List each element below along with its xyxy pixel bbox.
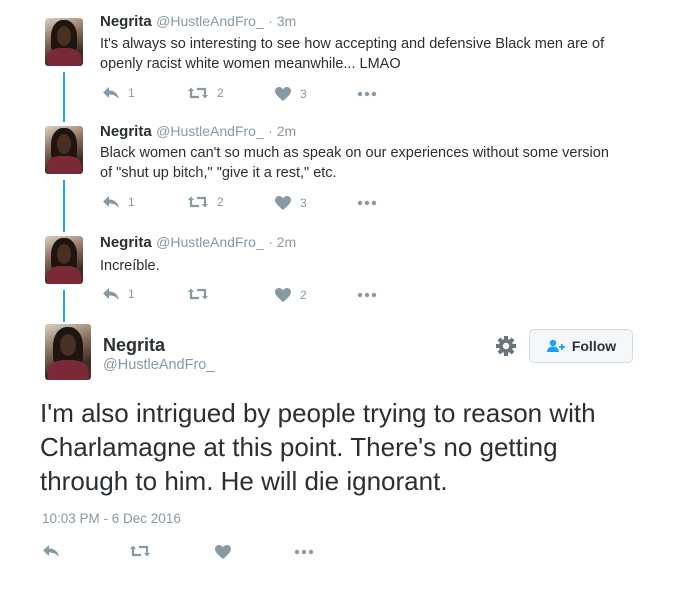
tweet-actions: 1 2 3 bbox=[102, 86, 402, 104]
more-button[interactable] bbox=[357, 292, 377, 298]
reply-icon bbox=[103, 288, 119, 300]
tweet-time[interactable]: · 3m bbox=[268, 13, 296, 29]
retweet-icon bbox=[188, 196, 208, 208]
tweet-author-handle[interactable]: @HustleAndFro_ bbox=[156, 123, 264, 139]
like-count: 3 bbox=[300, 87, 307, 101]
like-button[interactable]: 2 bbox=[274, 287, 307, 303]
like-count: 2 bbox=[300, 288, 307, 302]
tweet-header: Negrita @HustleAndFro_ · 2m bbox=[100, 123, 296, 141]
tweet-actions: 1 2 bbox=[102, 287, 402, 305]
reply-icon bbox=[43, 545, 59, 557]
tweet-header: Negrita @HustleAndFro_ · 2m bbox=[100, 234, 296, 252]
more-button[interactable] bbox=[357, 200, 377, 206]
tweet-time[interactable]: · 2m bbox=[268, 234, 296, 250]
like-button[interactable] bbox=[214, 544, 232, 560]
tweet-author-name[interactable]: Negrita bbox=[100, 234, 152, 251]
gear-icon bbox=[496, 336, 516, 356]
more-button[interactable] bbox=[357, 91, 377, 97]
reply-button[interactable] bbox=[42, 544, 60, 558]
thread-line bbox=[63, 290, 65, 322]
main-tweet-text-line: through to him. He will die ignorant. bbox=[40, 466, 448, 496]
tweet-text-line: openly racist white women meanwhile... L… bbox=[100, 56, 401, 72]
follow-label: Follow bbox=[571, 338, 617, 354]
main-tweet-actions bbox=[42, 544, 342, 562]
tweet-text-line: Increíble. bbox=[100, 258, 160, 274]
retweet-icon bbox=[188, 288, 208, 300]
reply-count: 1 bbox=[128, 86, 135, 100]
like-button[interactable]: 3 bbox=[274, 195, 307, 211]
main-timestamp[interactable]: 10:03 PM - 6 Dec 2016 bbox=[42, 511, 181, 526]
thread-line bbox=[63, 180, 65, 232]
more-icon bbox=[357, 200, 377, 206]
heart-icon bbox=[215, 545, 231, 559]
heart-icon bbox=[275, 196, 291, 210]
more-icon bbox=[294, 549, 314, 555]
reply-icon bbox=[103, 196, 119, 208]
more-icon bbox=[357, 91, 377, 97]
tweet-author-name[interactable]: Negrita bbox=[100, 123, 152, 140]
tweet-text: It's always so interesting to see how ac… bbox=[100, 34, 660, 74]
tweet-author-handle[interactable]: @HustleAndFro_ bbox=[156, 13, 264, 29]
main-tweet-text: I'm also intrigued by people trying to r… bbox=[40, 396, 660, 498]
reply-button[interactable]: 1 bbox=[102, 86, 135, 100]
follow-person-icon bbox=[546, 339, 565, 352]
avatar[interactable] bbox=[45, 236, 83, 284]
avatar[interactable] bbox=[45, 324, 91, 380]
tweet-time[interactable]: · 2m bbox=[268, 123, 296, 139]
reply-icon bbox=[103, 87, 119, 99]
retweet-button[interactable] bbox=[129, 544, 151, 558]
tweet-text-line: It's always so interesting to see how ac… bbox=[100, 36, 605, 52]
retweet-count: 2 bbox=[217, 86, 224, 100]
like-button[interactable]: 3 bbox=[274, 86, 307, 102]
thread-line bbox=[63, 72, 65, 122]
reply-count: 1 bbox=[128, 195, 135, 209]
settings-button[interactable] bbox=[495, 335, 517, 357]
tweet-text: Black women can't so much as speak on ou… bbox=[100, 143, 660, 183]
tweet-text-line: of "shut up bitch," "give it a rest," et… bbox=[100, 165, 337, 181]
tweet-text: Increíble. bbox=[100, 256, 660, 276]
avatar[interactable] bbox=[45, 18, 83, 66]
retweet-count: 2 bbox=[217, 195, 224, 209]
reply-button[interactable]: 1 bbox=[102, 287, 135, 301]
main-tweet-text-line: I'm also intrigued by people trying to r… bbox=[40, 398, 596, 428]
retweet-icon bbox=[130, 545, 150, 557]
main-author-handle[interactable]: @HustleAndFro_ bbox=[103, 357, 214, 373]
main-author-name[interactable]: Negrita bbox=[103, 335, 165, 356]
tweet-author-name[interactable]: Negrita bbox=[100, 13, 152, 30]
retweet-button[interactable] bbox=[187, 287, 217, 301]
heart-icon bbox=[275, 288, 291, 302]
like-count: 3 bbox=[300, 196, 307, 210]
more-icon bbox=[357, 292, 377, 298]
retweet-button[interactable]: 2 bbox=[187, 86, 224, 100]
follow-button[interactable]: Follow bbox=[529, 329, 633, 363]
main-tweet-text-line: Charlamagne at this point. There's no ge… bbox=[40, 432, 558, 462]
tweet-author-handle[interactable]: @HustleAndFro_ bbox=[156, 234, 264, 250]
tweet-actions: 1 2 3 bbox=[102, 195, 402, 213]
reply-count: 1 bbox=[128, 287, 135, 301]
heart-icon bbox=[275, 87, 291, 101]
tweet-header: Negrita @HustleAndFro_ · 3m bbox=[100, 13, 296, 31]
avatar[interactable] bbox=[45, 126, 83, 174]
retweet-button[interactable]: 2 bbox=[187, 195, 224, 209]
more-button[interactable] bbox=[294, 549, 314, 555]
tweet-text-line: Black women can't so much as speak on ou… bbox=[100, 145, 609, 161]
retweet-icon bbox=[188, 87, 208, 99]
reply-button[interactable]: 1 bbox=[102, 195, 135, 209]
